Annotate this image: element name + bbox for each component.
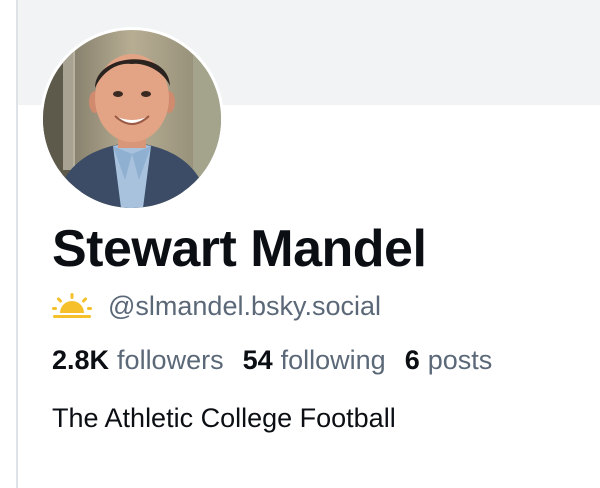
following-stat[interactable]: 54 following (243, 345, 386, 376)
profile-stats: 2.8K followers 54 following 6 posts (52, 345, 492, 376)
handle-row: @slmandel.bsky.social (52, 288, 381, 324)
profile-handle: @slmandel.bsky.social (108, 290, 382, 321)
sunrise-icon (52, 292, 92, 320)
display-name: Stewart Mandel (52, 220, 427, 278)
avatar[interactable] (40, 27, 224, 211)
followers-count: 2.8K (52, 345, 110, 375)
posts-label: posts (427, 345, 493, 375)
avatar-photo (43, 30, 221, 208)
following-label: following (280, 345, 386, 375)
following-count: 54 (242, 345, 273, 375)
posts-count: 6 (404, 345, 420, 375)
followers-label: followers (117, 345, 224, 375)
profile-bio: The Athletic College Football (52, 403, 396, 433)
posts-stat: 6 posts (405, 345, 493, 376)
followers-stat[interactable]: 2.8K followers (52, 345, 224, 376)
